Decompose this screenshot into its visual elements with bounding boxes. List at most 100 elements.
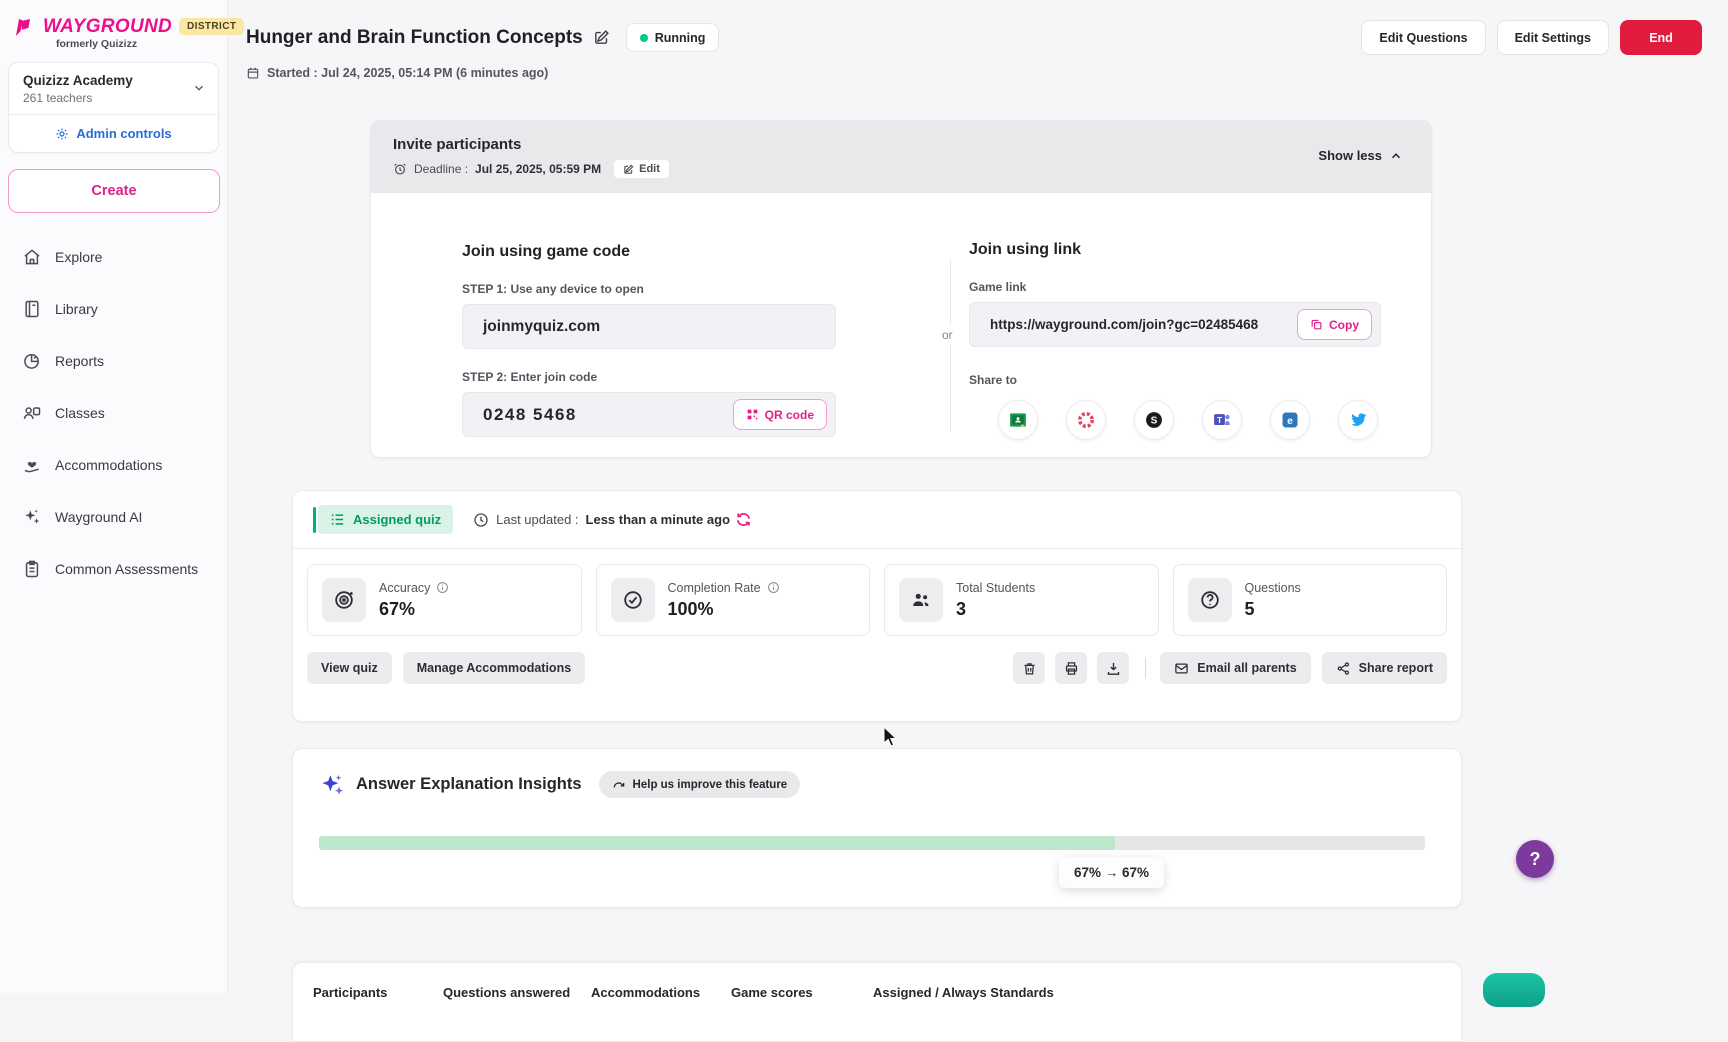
email-all-parents-button[interactable]: Email all parents bbox=[1160, 652, 1310, 684]
join-code-column: Join using game code STEP 1: Use any dev… bbox=[462, 243, 836, 437]
insights-progress-label: 67% → 67% bbox=[1059, 857, 1164, 888]
edit-deadline-button[interactable]: Edit bbox=[614, 160, 669, 178]
accuracy-value: 67% bbox=[379, 599, 449, 620]
edit-title-icon[interactable] bbox=[593, 29, 610, 46]
stat-card-questions: Questions 5 bbox=[1173, 564, 1448, 636]
org-name: Quizizz Academy bbox=[23, 73, 204, 88]
status-badge: Running bbox=[626, 23, 720, 52]
main-content: Hunger and Brain Function Concepts Runni… bbox=[228, 0, 1728, 993]
clock-icon bbox=[473, 512, 489, 528]
pencil-icon bbox=[623, 164, 634, 175]
twitter-icon[interactable] bbox=[1338, 400, 1378, 440]
print-button[interactable] bbox=[1055, 652, 1087, 684]
edit-settings-button[interactable]: Edit Settings bbox=[1497, 20, 1609, 55]
join-code-heading: Join using game code bbox=[462, 243, 836, 261]
invite-header: Invite participants Deadline : Jul 25, 2… bbox=[371, 121, 1431, 193]
end-button[interactable]: End bbox=[1620, 20, 1702, 55]
trash-icon bbox=[1022, 661, 1037, 676]
qr-code-button[interactable]: QR code bbox=[733, 399, 827, 430]
edit-questions-button[interactable]: Edit Questions bbox=[1361, 20, 1485, 55]
manage-accommodations-button[interactable]: Manage Accommodations bbox=[403, 652, 585, 684]
answer-explanation-insights-card: Answer Explanation Insights Help us impr… bbox=[292, 748, 1462, 908]
floating-action-button[interactable] bbox=[1483, 973, 1545, 1007]
invite-body: Join using game code STEP 1: Use any dev… bbox=[371, 193, 1431, 457]
completion-value: 100% bbox=[668, 599, 780, 620]
last-updated-value: Less than a minute ago bbox=[586, 512, 730, 527]
svg-text:e: e bbox=[1287, 416, 1293, 427]
sidebar-item-explore[interactable]: Explore bbox=[8, 231, 219, 283]
share-to-label: Share to bbox=[969, 373, 1381, 387]
chevron-down-icon[interactable] bbox=[192, 81, 206, 95]
insights-progress-bar bbox=[319, 836, 1425, 850]
join-domain-field[interactable]: joinmyquiz.com bbox=[462, 304, 836, 349]
total-students-value: 3 bbox=[956, 599, 1035, 620]
org-teacher-count: 261 teachers bbox=[23, 91, 204, 105]
page-header: Hunger and Brain Function Concepts Runni… bbox=[246, 20, 1702, 55]
deadline-row: Deadline : Jul 25, 2025, 05:59 PM Edit bbox=[393, 160, 1409, 178]
ai-sparkles-icon bbox=[319, 772, 345, 798]
share-options: S T e bbox=[969, 400, 1381, 440]
assigned-quiz-row: Assigned quiz Last updated : Less than a… bbox=[293, 491, 1461, 549]
sidebar-item-classes[interactable]: Classes bbox=[8, 387, 219, 439]
stat-card-completion: Completion Rate 100% bbox=[596, 564, 871, 636]
accuracy-target-icon bbox=[322, 578, 366, 622]
sidebar-item-reports[interactable]: Reports bbox=[8, 335, 219, 387]
show-less-toggle[interactable]: Show less bbox=[1318, 148, 1403, 163]
org-card: Quizizz Academy 261 teachers Admin contr… bbox=[8, 62, 219, 153]
wayground-logo-icon bbox=[12, 16, 36, 38]
classes-icon bbox=[22, 403, 42, 423]
started-timestamp: Started : Jul 24, 2025, 05:14 PM (6 minu… bbox=[246, 66, 548, 80]
or-label: or bbox=[938, 325, 957, 345]
stat-card-total-students: Total Students 3 bbox=[884, 564, 1159, 636]
alarm-clock-icon bbox=[393, 162, 407, 176]
accent-bar bbox=[313, 507, 316, 533]
completion-check-icon bbox=[611, 578, 655, 622]
info-icon[interactable] bbox=[436, 581, 449, 594]
game-code-value: 0248 5468 bbox=[483, 405, 577, 425]
sparkles-icon bbox=[22, 507, 42, 527]
schoology-icon[interactable]: S bbox=[1134, 400, 1174, 440]
game-link-label: Game link bbox=[969, 280, 1381, 294]
join-code-field[interactable]: 0248 5468 QR code bbox=[462, 392, 836, 437]
seesaw-icon[interactable] bbox=[1066, 400, 1106, 440]
share-report-button[interactable]: Share report bbox=[1322, 652, 1447, 684]
questions-value: 5 bbox=[1245, 599, 1301, 620]
participants-table-card: Participants Questions answered Accommod… bbox=[292, 962, 1462, 1042]
copy-icon bbox=[1310, 318, 1323, 331]
improve-feature-button[interactable]: Help us improve this feature bbox=[599, 771, 801, 798]
edmodo-icon[interactable]: e bbox=[1270, 400, 1310, 440]
org-selector[interactable]: Quizizz Academy 261 teachers bbox=[9, 63, 218, 114]
step1-label: STEP 1: Use any device to open bbox=[462, 282, 836, 296]
help-button[interactable]: ? bbox=[1516, 840, 1554, 878]
info-icon[interactable] bbox=[767, 581, 780, 594]
google-classroom-icon[interactable] bbox=[998, 400, 1038, 440]
create-button[interactable]: Create bbox=[8, 169, 220, 213]
delete-button[interactable] bbox=[1013, 652, 1045, 684]
sidebar-item-common-assessments[interactable]: Common Assessments bbox=[8, 543, 219, 595]
assessments-icon bbox=[22, 559, 42, 579]
game-link-field[interactable]: https://wayground.com/join?gc=02485468 C… bbox=[969, 302, 1381, 347]
envelope-icon bbox=[1174, 661, 1189, 676]
download-button[interactable] bbox=[1097, 652, 1129, 684]
sidebar-item-wayground-ai[interactable]: Wayground AI bbox=[8, 491, 219, 543]
stat-card-accuracy: Accuracy 67% bbox=[307, 564, 582, 636]
report-actions-row: View quiz Manage Accommodations Email al… bbox=[293, 636, 1461, 684]
stats-row: Accuracy 67% Completion Rate 100% bbox=[293, 549, 1461, 636]
download-icon bbox=[1106, 661, 1121, 676]
refresh-icon[interactable] bbox=[735, 511, 752, 528]
deadline-value: Jul 25, 2025, 05:59 PM bbox=[475, 162, 601, 176]
chevron-up-icon bbox=[1389, 149, 1403, 163]
admin-controls-link[interactable]: Admin controls bbox=[9, 115, 218, 152]
sidebar-item-library[interactable]: Library bbox=[8, 283, 219, 335]
invite-title: Invite participants bbox=[393, 136, 1409, 153]
reports-icon bbox=[22, 351, 42, 371]
join-link-column: Join using link Game link https://waygro… bbox=[969, 241, 1381, 440]
sidebar-item-accommodations[interactable]: Accommodations bbox=[8, 439, 219, 491]
svg-text:S: S bbox=[1151, 416, 1158, 427]
view-quiz-button[interactable]: View quiz bbox=[307, 652, 392, 684]
brand-tagline: formerly Quizizz bbox=[56, 38, 219, 50]
gear-icon bbox=[55, 127, 69, 141]
copy-link-button[interactable]: Copy bbox=[1297, 309, 1372, 340]
microsoft-teams-icon[interactable]: T bbox=[1202, 400, 1242, 440]
invite-participants-card: Invite participants Deadline : Jul 25, 2… bbox=[370, 120, 1432, 458]
